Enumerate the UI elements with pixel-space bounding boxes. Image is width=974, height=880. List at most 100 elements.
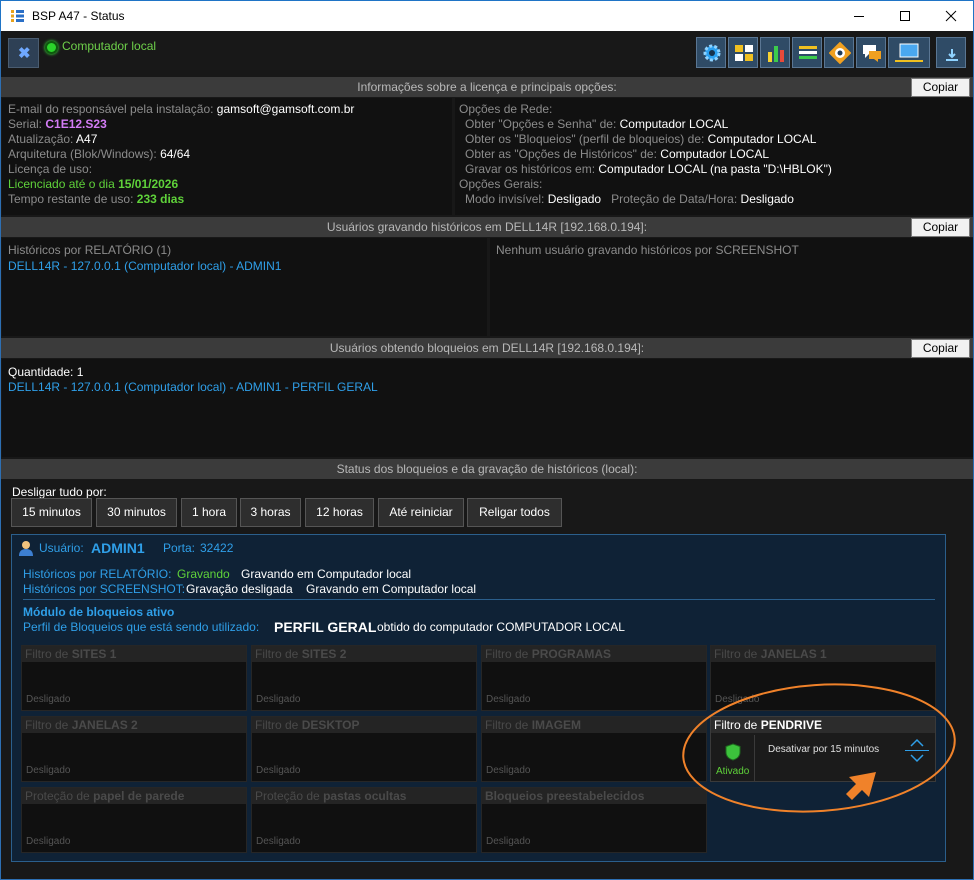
reports-chart-button[interactable] — [760, 37, 790, 68]
divider — [23, 599, 935, 600]
dashboard-icon — [735, 45, 753, 61]
filter-title: Filtro de SITES 1 — [22, 646, 246, 662]
disable-12h-button[interactable]: 12 horas — [305, 498, 374, 527]
screenshot-history-state: Gravação desligada — [186, 582, 293, 596]
filter-title: Filtro de PROGRAMAS — [482, 646, 706, 662]
settings-button[interactable] — [696, 37, 726, 68]
port-value: 32422 — [200, 541, 234, 555]
app-icon — [11, 10, 24, 22]
filter-desktop-tile[interactable]: Filtro de DESKTOP Desligado — [251, 716, 477, 782]
filter-sites1-tile[interactable]: Filtro de SITES 1 Desligado — [21, 645, 247, 711]
user-icon — [19, 541, 33, 556]
opt-history-row: Obter as "Opções de Históricos" de: Comp… — [465, 147, 770, 161]
highlight-ellipse — [682, 683, 956, 813]
filter-state: Desligado — [486, 694, 531, 705]
protection-hidden-folders-tile[interactable]: Proteção de pastas ocultas Desligado — [251, 787, 477, 853]
list-icon — [799, 46, 817, 59]
filter-title: Filtro de IMAGEM — [482, 717, 706, 733]
report-user-entry[interactable]: DELL14R - 127.0.0.1 (Computador local) -… — [8, 259, 281, 273]
minimize-icon — [854, 16, 864, 17]
disable-until-restart-button[interactable]: Até reiniciar — [378, 498, 464, 527]
minimize-button[interactable] — [836, 1, 882, 31]
disable-15min-button[interactable]: 15 minutos — [11, 498, 92, 527]
filter-state: Desligado — [486, 765, 531, 776]
computer-status-label: Computador local — [62, 39, 157, 53]
recording-header: Usuários gravando históricos em DELL14R … — [1, 217, 973, 237]
settings-icon — [703, 44, 721, 62]
download-button[interactable] — [936, 37, 966, 68]
license-header: Informações sobre a licença e principais… — [1, 77, 973, 97]
window-title: BSP A47 - Status — [32, 9, 125, 23]
user-label: Usuário: — [39, 541, 84, 555]
list-button[interactable] — [792, 37, 822, 68]
screenshot-empty-text: Nenhum usuário gravando históricos por S… — [496, 243, 799, 257]
report-recording-panel: Históricos por RELATÓRIO (1) DELL14R - 1… — [2, 238, 487, 336]
serial-row: Serial: C1E12.S23 — [8, 117, 107, 131]
filter-state: Desligado — [26, 765, 71, 776]
monitor-button[interactable] — [824, 37, 854, 68]
dashboard-button[interactable] — [728, 37, 758, 68]
user-name: ADMIN1 — [91, 540, 145, 556]
opt-options-row: Obter "Opções e Senha" de: Computador LO… — [465, 117, 729, 131]
filter-state: Desligado — [486, 836, 531, 847]
filter-state: Desligado — [256, 765, 301, 776]
disable-all-label: Desligar tudo por: — [12, 485, 107, 499]
opt-record-row: Gravar os históricos em: Computador LOCA… — [465, 162, 832, 176]
close-window-button[interactable] — [928, 1, 974, 31]
profile-label: Perfil de Bloqueios que está sendo utili… — [23, 620, 260, 634]
blocks-user-entry[interactable]: DELL14R - 127.0.0.1 (Computador local) -… — [8, 380, 378, 394]
copy-recording-button[interactable]: Copiar — [911, 218, 970, 237]
maximize-icon — [900, 11, 910, 21]
maximize-button[interactable] — [882, 1, 928, 31]
general-options-row: Modo invisível: Desligado Proteção de Da… — [465, 192, 794, 206]
preset-blocks-tile[interactable]: Bloqueios preestabelecidos Desligado — [481, 787, 707, 853]
copy-license-button[interactable]: Copiar — [911, 78, 970, 97]
download-icon — [946, 49, 958, 61]
module-title: Módulo de bloqueios ativo — [23, 605, 175, 619]
copy-blocks-button[interactable]: Copiar — [911, 339, 970, 358]
blocks-panel: Quantidade: 1 DELL14R - 127.0.0.1 (Compu… — [2, 359, 973, 457]
screenshot-history-label: Históricos por SCREENSHOT: — [23, 582, 186, 596]
disable-30min-button[interactable]: 30 minutos — [96, 498, 177, 527]
report-history-detail: Gravando em Computador local — [241, 567, 412, 581]
monitor-eye-icon — [829, 42, 851, 64]
filter-programas-tile[interactable]: Filtro de PROGRAMAS Desligado — [481, 645, 707, 711]
filter-state: Desligado — [256, 694, 301, 705]
opt-blocks-row: Obter os "Bloqueios" (perfil de bloqueio… — [465, 132, 817, 146]
filter-title: Filtro de JANELAS 1 — [711, 646, 935, 662]
network-options-panel: Opções de Rede: Obter "Opções e Senha" d… — [455, 98, 973, 215]
report-title: Históricos por RELATÓRIO (1) — [8, 243, 172, 257]
reenable-all-button[interactable]: Religar todos — [467, 498, 562, 527]
filter-imagem-tile[interactable]: Filtro de IMAGEM Desligado — [481, 716, 707, 782]
report-history-state: Gravando — [177, 567, 230, 581]
blocks-header: Usuários obtendo bloqueios em DELL14R [1… — [1, 338, 973, 358]
profile-name: PERFIL GERAL — [274, 619, 377, 635]
report-history-label: Históricos por RELATÓRIO: — [23, 567, 172, 581]
screen-button[interactable] — [888, 37, 930, 68]
disable-3h-button[interactable]: 3 horas — [240, 498, 301, 527]
filter-state: Desligado — [26, 694, 71, 705]
filter-title: Proteção de papel de parede — [22, 788, 246, 804]
filter-title: Filtro de DESKTOP — [252, 717, 476, 733]
filter-state: Desligado — [26, 836, 71, 847]
license-panel: E-mail do responsável pela instalação: g… — [2, 98, 452, 215]
messages-button[interactable] — [856, 37, 886, 68]
network-options-title: Opções de Rede: — [459, 102, 553, 116]
general-options-title: Opções Gerais: — [459, 177, 543, 191]
license-label: Licença de uso: — [8, 162, 93, 176]
close-panel-button[interactable]: ✖ — [8, 38, 39, 68]
update-row: Atualização: A47 — [8, 132, 98, 146]
protection-wallpaper-tile[interactable]: Proteção de papel de parede Desligado — [21, 787, 247, 853]
filter-state: Desligado — [256, 836, 301, 847]
highlight-annotation — [682, 683, 956, 813]
filter-janelas2-tile[interactable]: Filtro de JANELAS 2 Desligado — [21, 716, 247, 782]
close-icon — [945, 10, 957, 22]
online-status-icon — [45, 41, 58, 54]
filter-sites2-tile[interactable]: Filtro de SITES 2 Desligado — [251, 645, 477, 711]
disable-1h-button[interactable]: 1 hora — [181, 498, 237, 527]
licensed-row: Licenciado até o dia 15/01/2026 — [8, 177, 179, 191]
screen-pc-icon — [895, 43, 923, 62]
filter-title: Proteção de pastas ocultas — [252, 788, 476, 804]
filter-title: Bloqueios preestabelecidos — [482, 788, 706, 804]
screenshot-history-detail: Gravando em Computador local — [306, 582, 477, 596]
